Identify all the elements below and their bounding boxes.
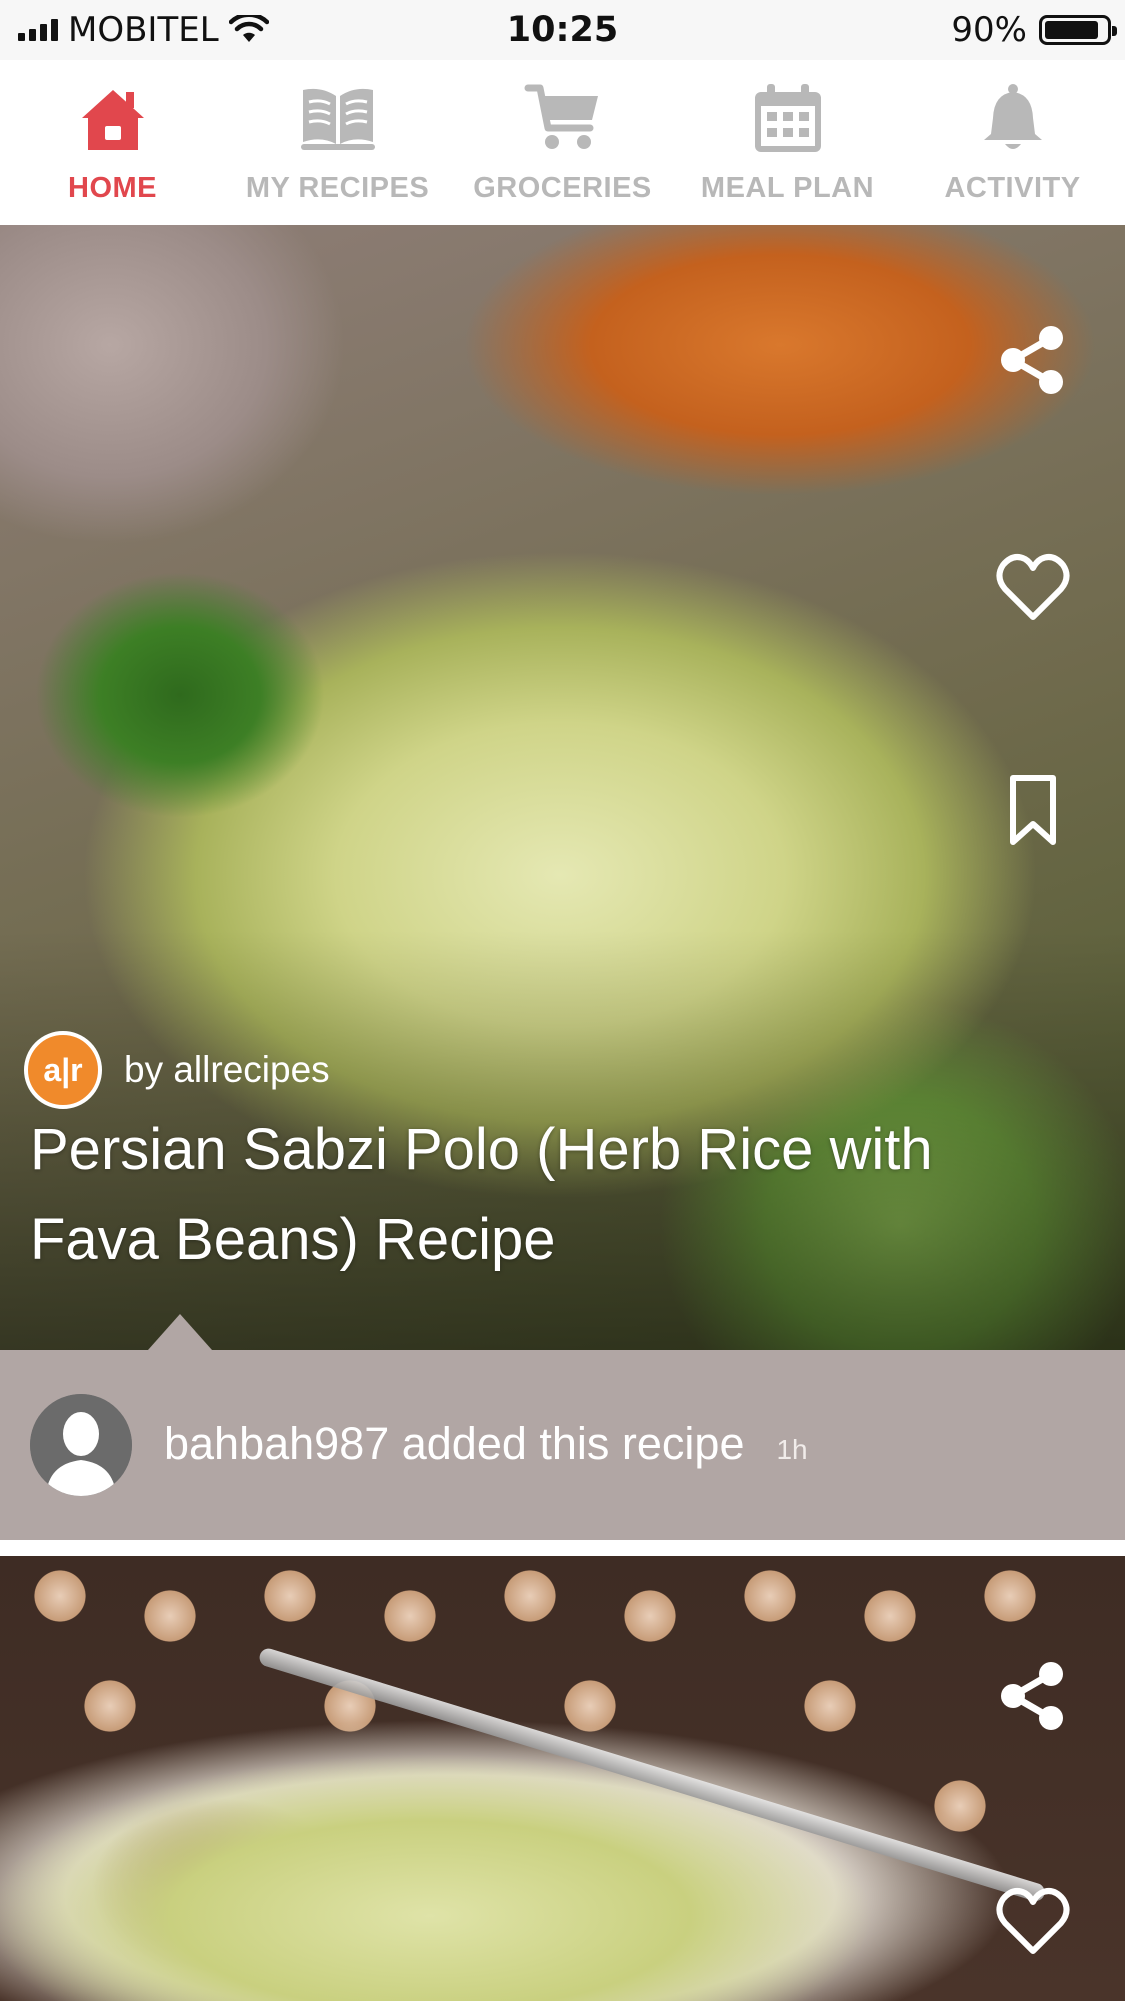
bookmark-button[interactable] xyxy=(993,770,1073,850)
fork-graphic xyxy=(257,1646,1047,1904)
recipe-title[interactable]: Persian Sabzi Polo (Herb Rice with Fava … xyxy=(30,1105,1060,1285)
status-right: 90% xyxy=(951,8,1117,52)
calendar-icon xyxy=(749,82,827,154)
home-icon xyxy=(74,82,152,154)
share-button[interactable] xyxy=(993,320,1073,400)
bell-icon xyxy=(974,82,1052,154)
user-avatar-icon xyxy=(30,1394,132,1496)
tab-meal-plan-label: MEAL PLAN xyxy=(700,172,875,204)
tab-meal-plan[interactable]: MEAL PLAN xyxy=(675,60,900,225)
status-bar: MOBITEL 10:25 90% xyxy=(0,0,1125,60)
activity-message: bahbah987 added this recipe 1h xyxy=(164,1414,808,1480)
share-button-2[interactable] xyxy=(993,1656,1073,1736)
battery-percent: 90% xyxy=(951,10,1027,50)
tab-activity-label: ACTIVITY xyxy=(944,172,1081,204)
tab-groceries-label: GROCERIES xyxy=(473,172,652,204)
heart-icon xyxy=(996,1888,1070,1954)
tab-my-recipes[interactable]: MY RECIPES xyxy=(225,60,450,225)
tab-bar: HOME MY RECIPES GROCERIES MEAL PLAN ACTI… xyxy=(0,60,1125,226)
activity-pointer xyxy=(148,1314,212,1350)
allrecipes-logo-icon: a|r xyxy=(24,1031,102,1109)
source-label: by allrecipes xyxy=(124,1049,330,1090)
share-icon xyxy=(1001,1662,1063,1730)
like-button[interactable] xyxy=(993,547,1073,627)
recipe-card-image[interactable]: a|r by allrecipes Persian Sabzi Polo (He… xyxy=(0,225,1125,1350)
avatar[interactable] xyxy=(30,1394,132,1496)
like-button-2[interactable] xyxy=(993,1881,1073,1961)
battery-icon xyxy=(1039,15,1117,45)
activity-time: 1h xyxy=(776,1434,808,1465)
tab-groceries[interactable]: GROCERIES xyxy=(450,60,675,225)
recipe-card-image-2[interactable] xyxy=(0,1556,1125,2001)
tab-my-recipes-label: MY RECIPES xyxy=(245,172,430,204)
battery-level xyxy=(1045,21,1099,39)
book-icon xyxy=(299,82,377,154)
tab-activity[interactable]: ACTIVITY xyxy=(900,60,1125,225)
tab-home-label: HOME xyxy=(68,172,157,204)
tab-home[interactable]: HOME xyxy=(0,60,225,225)
bookmark-icon xyxy=(1010,775,1056,845)
activity-text: bahbah987 added this recipe xyxy=(164,1418,745,1469)
heart-icon xyxy=(996,554,1070,620)
cart-icon xyxy=(524,82,602,154)
card-divider xyxy=(0,1540,1125,1556)
activity-bar[interactable]: bahbah987 added this recipe 1h xyxy=(0,1314,1125,1540)
share-icon xyxy=(1001,326,1063,394)
recipe-source[interactable]: a|r by allrecipes xyxy=(24,1031,330,1109)
